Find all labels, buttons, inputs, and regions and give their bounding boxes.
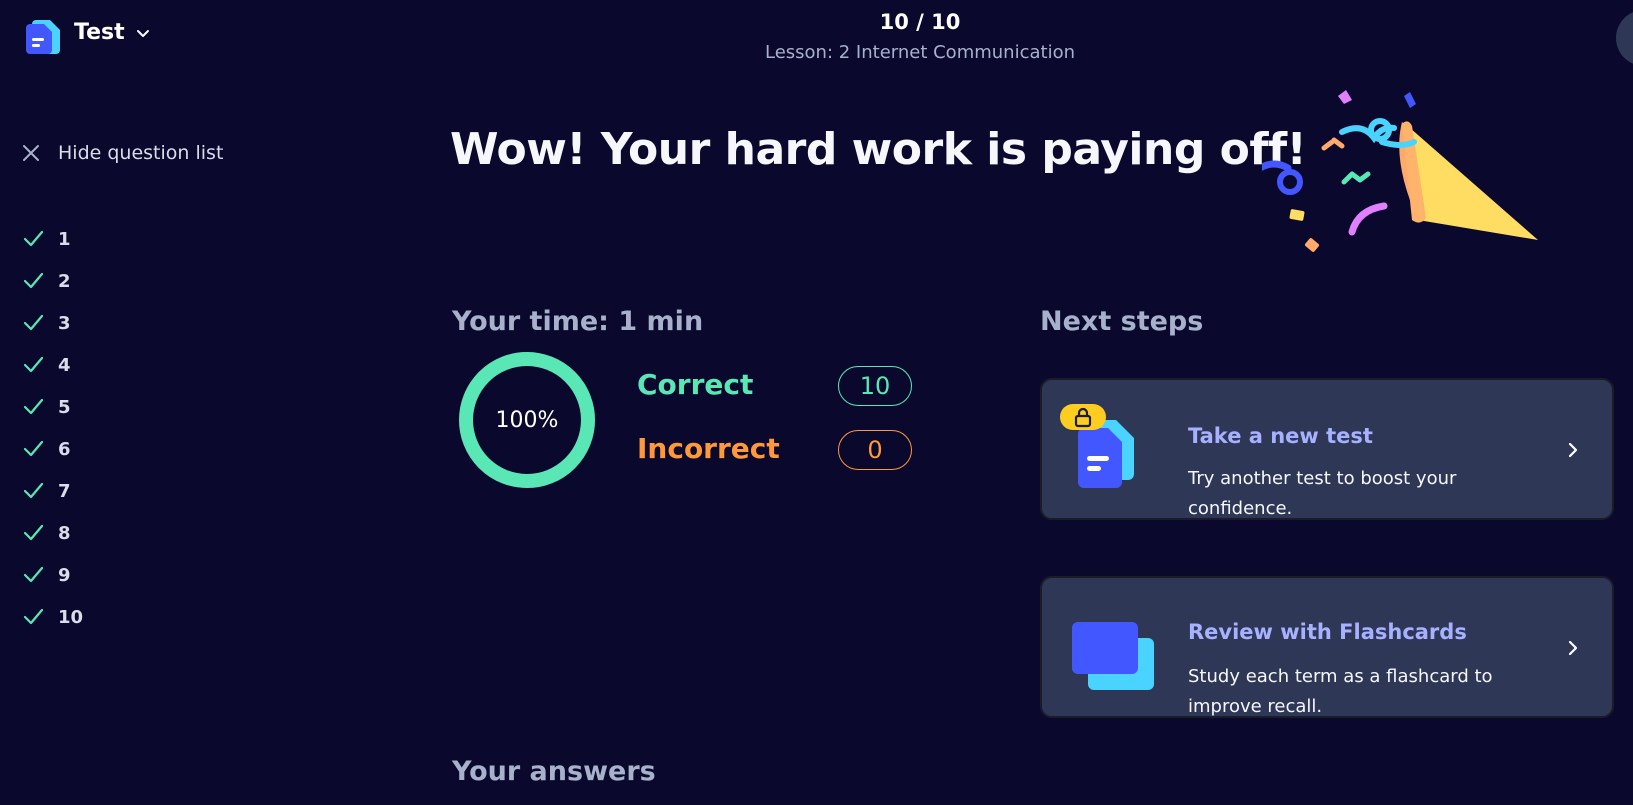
question-number: 5 (58, 396, 71, 418)
check-icon (23, 398, 44, 415)
question-number: 9 (58, 564, 71, 586)
question-item-8[interactable]: 8 (22, 512, 83, 554)
locked-test-icon (1060, 404, 1134, 488)
check-icon (23, 482, 44, 499)
check-icon (23, 230, 44, 247)
check-icon (23, 314, 44, 331)
check-icon (23, 440, 44, 457)
chevron-right-icon (1568, 442, 1578, 458)
score-percent-label: 100% (495, 407, 559, 433)
avatar[interactable] (1616, 10, 1633, 66)
question-number: 2 (58, 270, 71, 292)
chevron-right-icon (1568, 640, 1578, 656)
question-item-3[interactable]: 3 (22, 302, 83, 344)
check-icon (23, 356, 44, 373)
check-icon (23, 608, 44, 625)
next-steps-title: Next steps (1040, 306, 1204, 337)
question-number: 7 (58, 480, 71, 502)
card-description: Study each term as a flashcard to improv… (1188, 666, 1493, 717)
correct-label: Correct (637, 368, 754, 401)
progress-count: 10 / 10 (879, 10, 961, 34)
party-popper-icon (1262, 90, 1538, 252)
test-mode-icon (26, 20, 60, 54)
question-item-5[interactable]: 5 (22, 386, 83, 428)
study-mode-dropdown[interactable]: Test (74, 20, 151, 45)
hide-question-list-label: Hide question list (58, 142, 224, 164)
correct-count-badge: 10 (838, 366, 912, 406)
take-new-test-card[interactable]: Take a new test Try another test to boos… (1040, 378, 1614, 520)
question-number: 10 (58, 606, 84, 628)
card-description: Try another test to boost your confidenc… (1188, 468, 1457, 519)
question-number: 1 (58, 228, 71, 250)
check-icon (23, 524, 44, 541)
result-headline: Wow! Your hard work is paying off! (450, 124, 1307, 175)
mode-title: Test (74, 20, 125, 45)
check-icon (23, 272, 44, 289)
card-title: Review with Flashcards (1188, 620, 1467, 644)
close-icon (23, 145, 39, 161)
question-number: 8 (58, 522, 71, 544)
score-percent: 100% (455, 348, 599, 492)
card-title: Take a new test (1188, 424, 1373, 448)
question-item-10[interactable]: 10 (22, 596, 83, 638)
flashcards-icon (1072, 622, 1154, 690)
incorrect-label: Incorrect (637, 432, 780, 465)
question-item-6[interactable]: 6 (22, 428, 83, 470)
question-item-1[interactable]: 1 (22, 218, 83, 260)
question-number: 6 (58, 438, 71, 460)
lesson-title: Lesson: 2 Internet Communication (765, 42, 1075, 63)
question-number: 3 (58, 312, 71, 334)
chevron-down-icon (136, 29, 149, 37)
question-list: 1 2 3 4 5 6 7 8 9 10 (22, 218, 83, 638)
your-answers-title: Your answers (452, 756, 656, 787)
question-item-7[interactable]: 7 (22, 470, 83, 512)
incorrect-count-badge: 0 (838, 430, 912, 470)
question-item-4[interactable]: 4 (22, 344, 83, 386)
question-item-2[interactable]: 2 (22, 260, 83, 302)
hide-question-list-button[interactable]: Hide question list (22, 142, 223, 164)
time-label: Your time: 1 min (452, 306, 704, 337)
progress-indicator: 10 / 10 Lesson: 2 Internet Communication (700, 10, 1140, 63)
question-item-9[interactable]: 9 (22, 554, 83, 596)
review-flashcards-card[interactable]: Review with Flashcards Study each term a… (1040, 576, 1614, 718)
question-number: 4 (58, 354, 71, 376)
check-icon (23, 566, 44, 583)
